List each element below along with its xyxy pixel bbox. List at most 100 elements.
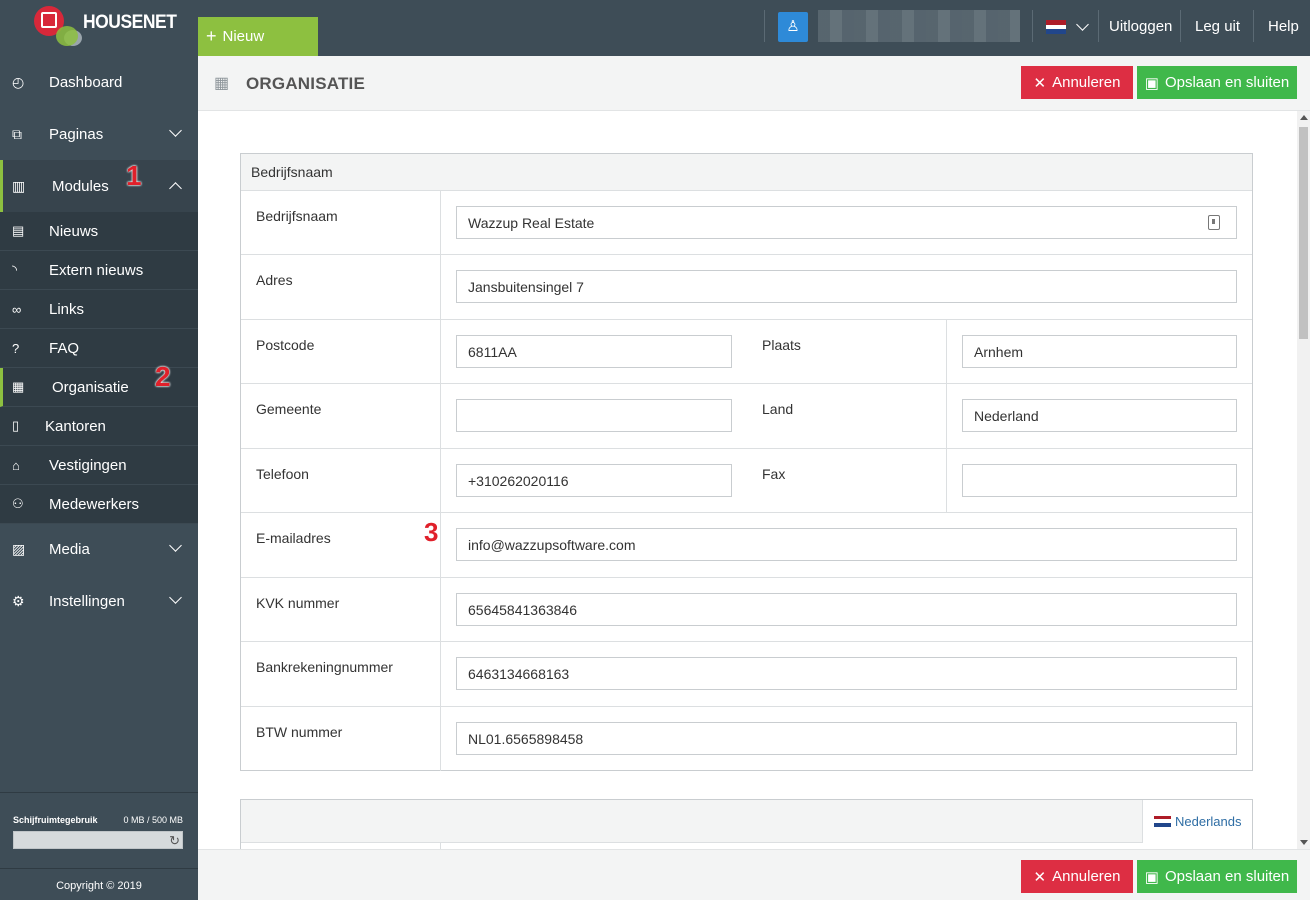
annotation-marker-1: 1 — [126, 160, 142, 191]
sidebar-subitem-kantoren[interactable]: ▯ Kantoren — [0, 407, 198, 446]
logout-link[interactable]: Uitloggen — [1109, 18, 1172, 35]
user-name-blurred — [818, 10, 1020, 42]
field-label: Adres — [256, 272, 293, 288]
language-panel: Nederlands — [240, 799, 1253, 849]
scroll-down-icon[interactable] — [1300, 840, 1308, 845]
field-label: E-mailadres — [256, 530, 331, 546]
sidebar-subitem-extern-nieuws[interactable]: ◝ Extern nieuws — [0, 251, 198, 290]
logo-blob-green — [56, 26, 78, 46]
sidebar-subitem-label: Medewerkers — [49, 495, 140, 513]
chevron-down-icon[interactable] — [1076, 18, 1089, 31]
panel-title: Bedrijfsnaam — [241, 154, 1252, 191]
sidebar-item-paginas[interactable]: ⧉ Paginas — [0, 108, 198, 160]
company-name-field[interactable]: Wazzup Real Estate — [456, 206, 1237, 239]
field-label: Gemeente — [256, 401, 322, 417]
bank-account-field[interactable]: 6463134668163 — [456, 657, 1237, 690]
vertical-scrollbar[interactable] — [1297, 111, 1310, 849]
chevron-up-icon — [169, 182, 182, 195]
sidebar-subitem-label: FAQ — [49, 339, 80, 357]
sidebar-subitem-label: Nieuws — [49, 222, 99, 240]
language-panel-header — [241, 800, 1252, 843]
field-label: Postcode — [256, 337, 315, 353]
language-tab-label: Nederlands — [1175, 814, 1242, 829]
cancel-button-label: Annuleren — [1052, 868, 1121, 885]
email-field[interactable]: info@wazzupsoftware.com — [456, 528, 1237, 561]
fax-field[interactable] — [962, 464, 1237, 497]
divider — [764, 10, 765, 42]
vat-field[interactable]: NL01.6565898458 — [456, 722, 1237, 755]
sidebar-subitem-label: Organisatie — [52, 378, 129, 396]
field-label: Bedrijfsnaam — [256, 208, 338, 224]
scroll-up-icon[interactable] — [1300, 115, 1308, 120]
annotation-marker-3: 3 — [424, 517, 439, 547]
company-panel: Bedrijfsnaam Bedrijfsnaam Wazzup Real Es… — [240, 153, 1253, 771]
link-icon: ∞ — [12, 301, 22, 317]
help-link[interactable]: Help — [1268, 18, 1299, 35]
city-icon: ▦ — [214, 75, 230, 92]
language-tab-nl[interactable]: Nederlands — [1142, 800, 1252, 843]
save-button-label: Opslaan en sluiten — [1164, 74, 1290, 91]
sidebar-subitem-medewerkers[interactable]: ⚇ Medewerkers — [0, 485, 198, 524]
sidebar-item-instellingen[interactable]: ⚙ Instellingen — [0, 575, 198, 627]
sidebar-subitem-vestigingen[interactable]: ⌂ Vestigingen — [0, 446, 198, 485]
postcode-field[interactable]: 6811AA — [456, 335, 732, 368]
address-field[interactable]: Jansbuitensingel 7 — [456, 270, 1237, 303]
save-button-label: Opslaan en sluiten — [1164, 868, 1290, 885]
cancel-button-label: Annuleren — [1052, 74, 1121, 91]
dashboard-icon: ◴ — [12, 73, 25, 90]
disk-usage-bar: ↻ — [13, 831, 183, 849]
field-label: Bankrekeningnummer — [256, 659, 393, 675]
divider — [1098, 10, 1099, 42]
page-header: ▦ ORGANISATIE ✕ Annuleren ▣ Opslaan en s… — [198, 56, 1310, 111]
logo[interactable]: HOUSENET — [0, 0, 198, 56]
page-footer: ✕ Annuleren ▣ Opslaan en sluiten — [198, 849, 1310, 900]
sidebar-subitem-links[interactable]: ∞ Links — [0, 290, 198, 329]
user-icon[interactable]: ♙ — [778, 12, 808, 42]
contact-card-icon — [1208, 215, 1220, 230]
municipality-field[interactable] — [456, 399, 732, 432]
save-and-close-button[interactable]: ▣ Opslaan en sluiten — [1137, 66, 1297, 99]
flag-nl-icon — [1154, 815, 1171, 828]
sidebar-subitem-nieuws[interactable]: ▤ Nieuws — [0, 212, 198, 251]
sidebar-item-label: Paginas — [49, 125, 104, 143]
divider — [1032, 10, 1033, 42]
save-icon: ▣ — [1144, 74, 1159, 92]
newspaper-icon: ▤ — [12, 223, 25, 238]
scrollbar-thumb[interactable] — [1299, 127, 1308, 339]
form-row-email: E-mailadres info@wazzupsoftware.com — [241, 513, 1252, 578]
sidebar-subitem-label: Kantoren — [45, 417, 106, 435]
brand-name: HOUSENET — [83, 12, 177, 33]
new-button[interactable]: + Nieuw — [198, 17, 318, 56]
plus-icon: + — [206, 26, 217, 46]
sidebar-item-media[interactable]: ▨ Media — [0, 523, 198, 575]
phone-field[interactable]: +310262020116 — [456, 464, 732, 497]
new-button-label: Nieuw — [222, 28, 265, 45]
save-icon: ▣ — [1144, 868, 1159, 886]
chevron-down-icon — [169, 539, 182, 552]
form-row-adres: Adres Jansbuitensingel 7 — [241, 255, 1252, 320]
cancel-button[interactable]: ✕ Annuleren — [1021, 66, 1133, 99]
city-field[interactable]: Arnhem — [962, 335, 1237, 368]
divider — [1253, 10, 1254, 42]
sidebar-item-label: Media — [49, 540, 90, 558]
kvk-field[interactable]: 65645841363846 — [456, 593, 1237, 626]
close-icon: ✕ — [1033, 868, 1047, 886]
refresh-icon[interactable]: ↻ — [169, 833, 180, 849]
rss-icon: ◝ — [12, 262, 18, 277]
sidebar-item-modules[interactable]: ▥ Modules — [0, 160, 198, 212]
form-row-bedrijfsnaam: Bedrijfsnaam Wazzup Real Estate — [241, 191, 1252, 255]
sidebar-item-dashboard[interactable]: ◴ Dashboard — [0, 56, 198, 108]
close-icon: ✕ — [1033, 74, 1047, 92]
cancel-button[interactable]: ✕ Annuleren — [1021, 860, 1133, 893]
annotation-marker-2: 2 — [155, 361, 171, 392]
house-icon — [41, 12, 57, 28]
save-and-close-button[interactable]: ▣ Opslaan en sluiten — [1137, 860, 1297, 893]
field-label: Plaats — [762, 337, 801, 353]
field-label: KVK nummer — [256, 595, 340, 611]
flag-nl-icon[interactable] — [1046, 20, 1066, 34]
country-field[interactable]: Nederland — [962, 399, 1237, 432]
explain-link[interactable]: Leg uit — [1195, 18, 1240, 35]
sidebar-item-label: Modules — [52, 177, 109, 195]
disk-usage: Schijfruimtegebruik 0 MB / 500 MB ↻ — [0, 792, 198, 849]
sidebar-subitem-label: Links — [49, 300, 85, 318]
